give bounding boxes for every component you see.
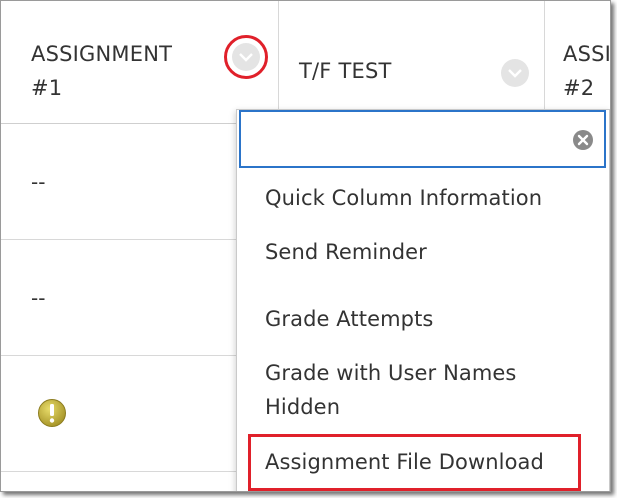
- menu-search-box[interactable]: [239, 110, 606, 168]
- column-header-assignment-1[interactable]: ASSIGNMENT #1: [1, 1, 279, 123]
- column-title-line1: T/F TEST: [299, 59, 392, 83]
- column-menu-chevron-button[interactable]: [232, 43, 260, 71]
- grade-center-window: ASSIGNMENT #1 T/F TEST ASSI #2 -- -- Qui…: [0, 0, 611, 492]
- menu-search-input[interactable]: [247, 120, 561, 160]
- column-title-line1: ASSI: [563, 42, 611, 66]
- menu-item-grade-attempts[interactable]: Grade Attempts: [265, 304, 433, 335]
- column-title-line2: #1: [31, 76, 63, 100]
- menu-item-quick-column-information[interactable]: Quick Column Information: [265, 183, 542, 214]
- clear-search-icon[interactable]: [572, 129, 594, 151]
- menu-item-grade-with-user-names-hidden[interactable]: Grade with User Names: [265, 358, 516, 389]
- column-header-assignment-2[interactable]: ASSI #2: [545, 1, 611, 123]
- chevron-down-icon: [508, 69, 522, 78]
- menu-item-send-reminder[interactable]: Send Reminder: [265, 237, 427, 268]
- needs-grading-warning-icon: [38, 399, 66, 427]
- column-title-line2: #2: [563, 76, 595, 100]
- column-title-line1: ASSIGNMENT: [31, 42, 173, 66]
- column-header-tf-test[interactable]: T/F TEST: [279, 1, 545, 123]
- column-menu-chevron-button[interactable]: [501, 59, 529, 87]
- chevron-down-icon: [239, 53, 253, 62]
- grade-value: --: [31, 286, 46, 310]
- column-header-row: ASSIGNMENT #1 T/F TEST ASSI #2: [1, 1, 610, 124]
- menu-item-grade-with-user-names-hidden-line2[interactable]: Hidden: [265, 392, 340, 423]
- grade-value: --: [31, 170, 46, 194]
- highlight-box: [248, 434, 581, 491]
